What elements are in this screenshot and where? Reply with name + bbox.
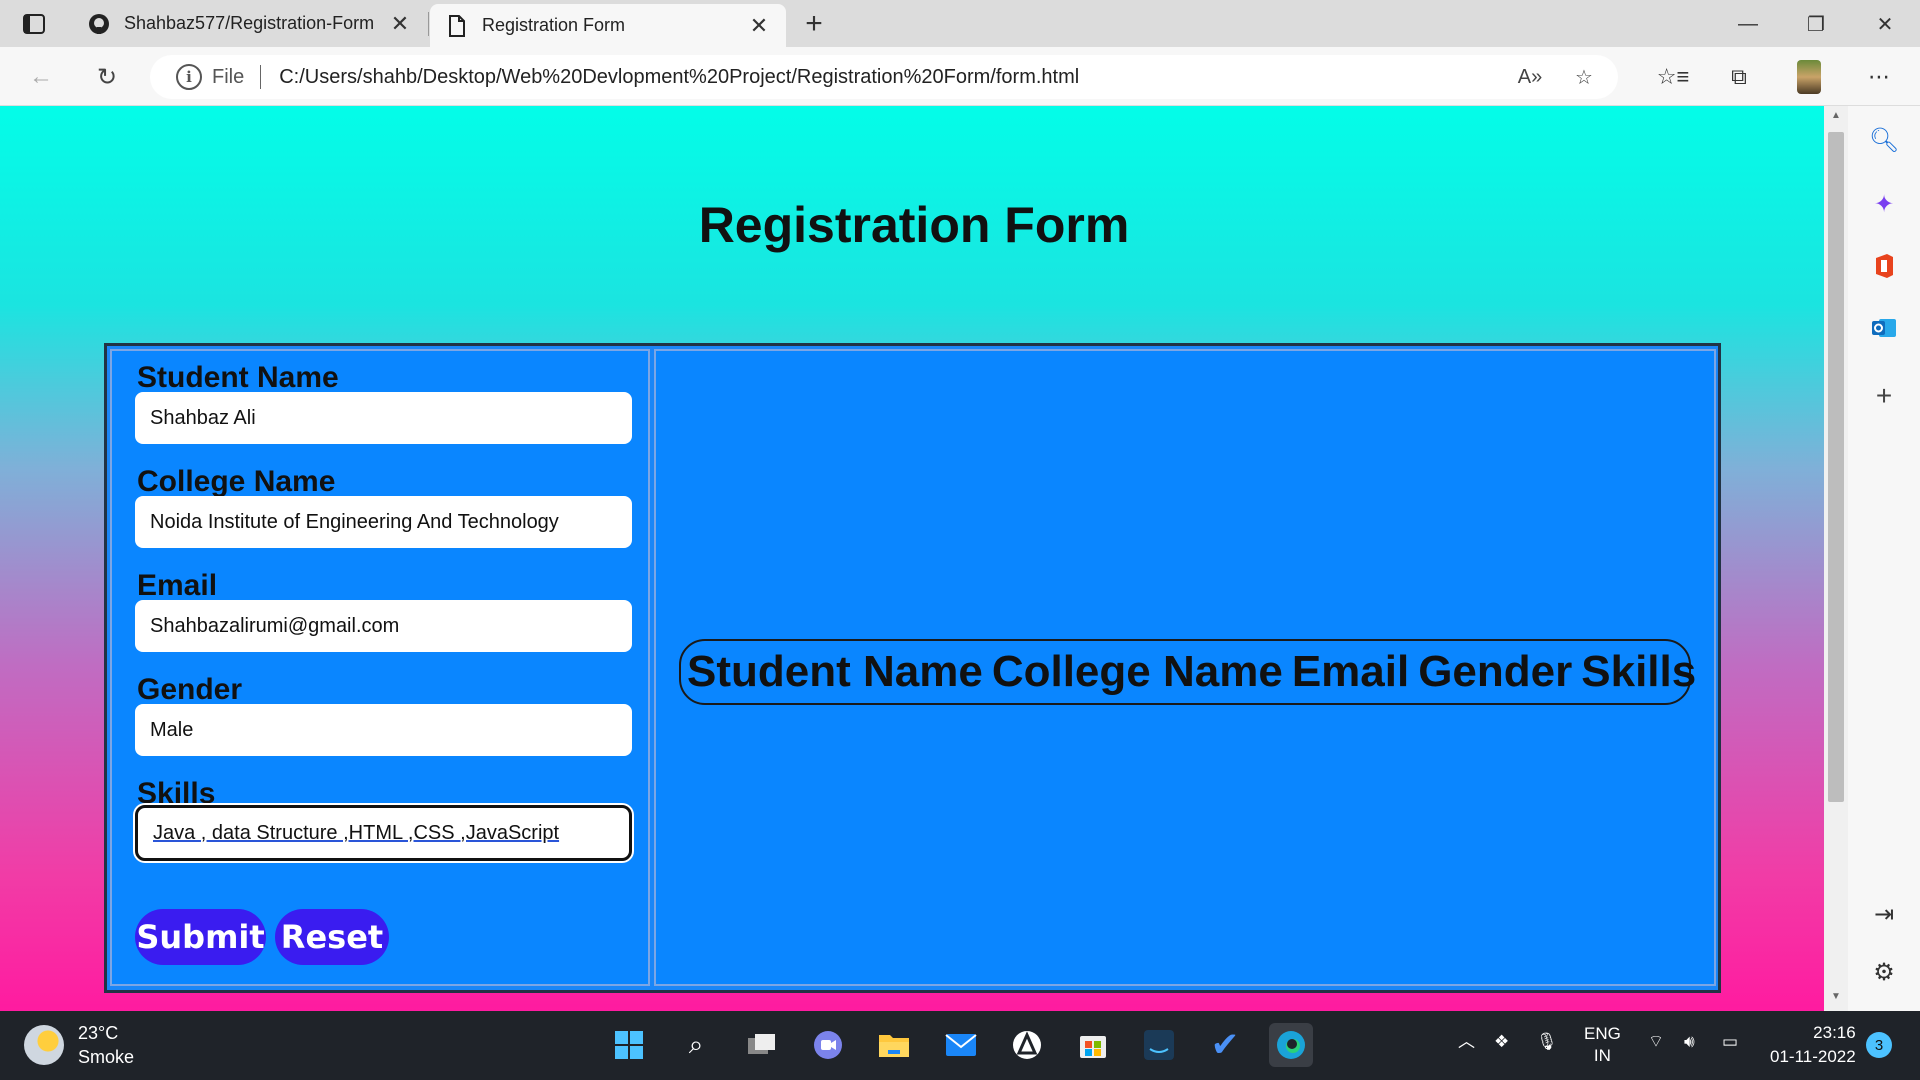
scheme-label: File bbox=[212, 65, 245, 88]
student-name-input[interactable]: Shahbaz Ali bbox=[135, 392, 632, 444]
page-scrollbar[interactable]: ▲ ▼ bbox=[1824, 106, 1848, 1011]
tab-label: Shahbaz577/Registration-Form bbox=[124, 13, 375, 33]
address-divider bbox=[260, 65, 262, 89]
restore-icon[interactable]: ❐ bbox=[1793, 4, 1839, 44]
form-panel: Student Name Shahbaz Ali College Name No… bbox=[110, 349, 650, 986]
language-line2: IN bbox=[1593, 1046, 1611, 1065]
task-view-icon[interactable] bbox=[740, 1023, 784, 1067]
results-panel: Student Name College Name Email Gender S… bbox=[654, 349, 1716, 986]
weather-condition: Smoke bbox=[78, 1047, 135, 1067]
browser-navbar: ← ↻ i File C:/Users/shahb/Desktop/Web%20… bbox=[0, 47, 1920, 106]
back-icon[interactable]: ← bbox=[22, 58, 60, 96]
gender-input[interactable]: Male bbox=[135, 704, 632, 756]
refresh-icon[interactable]: ↻ bbox=[88, 58, 126, 96]
windows-taskbar: 23°C Smoke ⌕ ✔ ︿ ❖ 🎙︎ ENG IN ⌔ 🔊︎ ▭ 23:1… bbox=[0, 1011, 1920, 1080]
info-icon[interactable]: i bbox=[176, 64, 202, 90]
weather-icon bbox=[24, 1025, 64, 1065]
dropbox-icon[interactable]: ❖ bbox=[1494, 1031, 1509, 1053]
clock-time: 23:16 bbox=[1813, 1023, 1856, 1042]
clock[interactable]: 23:16 01-11-2022 bbox=[1770, 1021, 1856, 1069]
volume-icon[interactable]: 🔊︎ bbox=[1684, 1031, 1695, 1053]
file-explorer-icon[interactable] bbox=[872, 1023, 916, 1067]
read-aloud-icon[interactable]: A» bbox=[1510, 57, 1550, 97]
url-text[interactable]: C:/Users/shahb/Desktop/Web%20Devlopment%… bbox=[279, 66, 1510, 89]
outlook-icon[interactable] bbox=[1866, 310, 1902, 346]
notification-badge[interactable]: 3 bbox=[1866, 1032, 1892, 1058]
profile-avatar[interactable] bbox=[1797, 60, 1821, 94]
tab-registration-form[interactable]: Registration Form ✕ bbox=[430, 4, 786, 47]
favorites-icon[interactable]: ☆≡ bbox=[1654, 58, 1692, 96]
scroll-up-icon[interactable]: ▲ bbox=[1828, 110, 1844, 126]
more-menu-icon[interactable]: ⋯ bbox=[1860, 58, 1898, 96]
close-window-icon[interactable]: ✕ bbox=[1862, 4, 1908, 44]
search-icon[interactable]: ⌕ bbox=[674, 1023, 718, 1067]
submit-button[interactable]: Submit bbox=[135, 909, 266, 965]
edge-icon[interactable] bbox=[1269, 1023, 1313, 1067]
app-icon[interactable] bbox=[1005, 1023, 1049, 1067]
add-favorite-icon[interactable]: ☆ bbox=[1564, 57, 1604, 97]
tab-label: Registration Form bbox=[482, 15, 626, 35]
minimize-icon[interactable]: — bbox=[1725, 4, 1771, 44]
header-email: Email bbox=[1291, 647, 1410, 696]
show-hidden-icons[interactable]: ︿ bbox=[1458, 1031, 1475, 1053]
mail-icon[interactable] bbox=[939, 1023, 983, 1067]
gender-label: Gender bbox=[137, 673, 243, 706]
weather-temp: 23°C bbox=[78, 1023, 119, 1043]
microphone-icon[interactable]: 🎙︎ bbox=[1536, 1031, 1558, 1053]
close-tab-icon[interactable]: ✕ bbox=[387, 11, 413, 37]
start-icon[interactable] bbox=[607, 1023, 651, 1067]
page-icon bbox=[446, 14, 468, 37]
language-line1: ENG bbox=[1584, 1024, 1621, 1043]
tab-github[interactable]: Shahbaz577/Registration-Form ✕ bbox=[72, 0, 427, 47]
weather-widget[interactable]: 23°C Smoke bbox=[24, 1021, 134, 1069]
add-icon[interactable]: + bbox=[1866, 378, 1902, 414]
college-name-input[interactable]: Noida Institute of Engineering And Techn… bbox=[135, 496, 632, 548]
close-tab-icon[interactable]: ✕ bbox=[746, 13, 772, 39]
settings-icon[interactable]: ⚙ bbox=[1866, 954, 1902, 990]
language-indicator[interactable]: ENG IN bbox=[1584, 1023, 1621, 1067]
tab-actions-icon[interactable] bbox=[20, 10, 48, 38]
college-name-label: College Name bbox=[137, 465, 336, 498]
copilot-icon[interactable]: ✦ bbox=[1866, 186, 1902, 222]
scrollbar-thumb[interactable] bbox=[1828, 132, 1844, 802]
wifi-icon[interactable]: ⌔ bbox=[1648, 1031, 1664, 1053]
collections-icon[interactable]: ⧉ bbox=[1720, 58, 1758, 96]
form-container: Student Name Shahbaz Ali College Name No… bbox=[104, 343, 1721, 993]
header-skills: Skills bbox=[1581, 647, 1697, 696]
page-title: Registration Form bbox=[698, 197, 1130, 253]
page-viewport: Registration Form Student Name Shahbaz A… bbox=[0, 106, 1828, 1011]
teams-chat-icon[interactable] bbox=[806, 1023, 850, 1067]
tab-divider bbox=[428, 12, 429, 36]
battery-icon[interactable]: ▭ bbox=[1722, 1031, 1738, 1053]
student-name-label: Student Name bbox=[137, 361, 339, 394]
skills-input[interactable]: Java , data Structure ,HTML ,CSS ,JavaSc… bbox=[135, 805, 632, 861]
hide-sidebar-icon[interactable]: ⇥ bbox=[1866, 896, 1902, 932]
search-icon[interactable]: 🔍︎ bbox=[1866, 122, 1902, 158]
skills-input-text: Java , data Structure ,HTML ,CSS ,JavaSc… bbox=[153, 821, 560, 844]
email-input[interactable]: Shahbazalirumi@gmail.com bbox=[135, 600, 632, 652]
table-header-row: Student Name College Name Email Gender S… bbox=[679, 639, 1696, 705]
browser-titlebar: Shahbaz577/Registration-Form ✕ Registrat… bbox=[0, 0, 1920, 47]
header-gender: Gender bbox=[1418, 647, 1573, 696]
github-icon bbox=[88, 13, 110, 35]
scroll-down-icon[interactable]: ▼ bbox=[1828, 991, 1844, 1007]
prime-video-icon[interactable] bbox=[1137, 1023, 1181, 1067]
reset-button[interactable]: Reset bbox=[275, 909, 389, 965]
microsoft-store-icon[interactable] bbox=[1071, 1023, 1115, 1067]
header-college-name: College Name bbox=[991, 647, 1283, 696]
header-student-name: Student Name bbox=[687, 647, 983, 696]
address-bar[interactable]: i File C:/Users/shahb/Desktop/Web%20Devl… bbox=[150, 55, 1618, 99]
todo-icon[interactable]: ✔ bbox=[1203, 1023, 1247, 1067]
clock-date: 01-11-2022 bbox=[1770, 1047, 1856, 1066]
new-tab-icon[interactable]: + bbox=[798, 7, 830, 40]
email-label: Email bbox=[137, 569, 218, 602]
office-icon[interactable] bbox=[1866, 248, 1902, 284]
edge-sidebar: 🔍︎ ✦ + ⇥ ⚙ bbox=[1848, 106, 1920, 1011]
